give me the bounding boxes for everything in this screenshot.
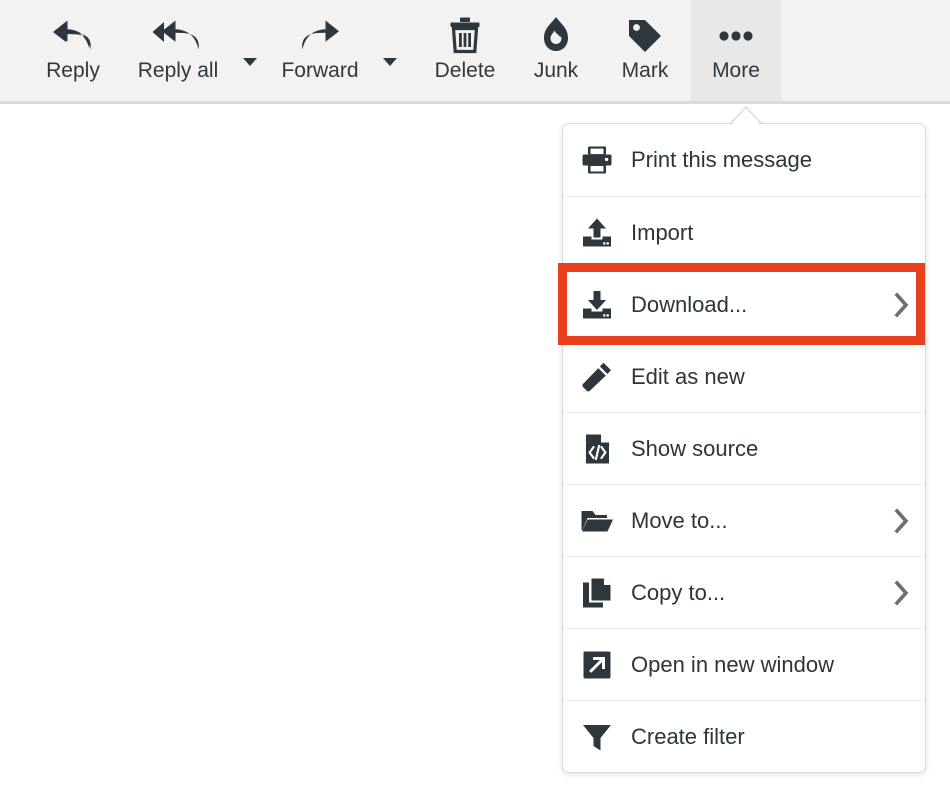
forward-icon — [297, 14, 343, 58]
reply-icon — [50, 14, 96, 58]
import-icon — [563, 217, 631, 249]
copy-icon — [563, 577, 631, 609]
submenu-chevron-right-icon — [879, 292, 925, 318]
menu-item-open-in-new-window[interactable]: Open in new window — [563, 628, 925, 700]
toolbar-button-more[interactable]: More — [691, 0, 781, 101]
toolbar-label-reply-all: Reply all — [138, 58, 219, 84]
toolbar-label-mark: Mark — [622, 58, 669, 84]
toolbar-label-forward: Forward — [281, 58, 358, 84]
menu-item-print-this-message[interactable]: Print this message — [563, 124, 925, 196]
menu-label-open-in-new-window: Open in new window — [631, 652, 879, 678]
menu-label-download: Download... — [631, 292, 879, 318]
ellipsis-icon — [714, 14, 758, 58]
submenu-chevron-right-icon — [879, 508, 925, 534]
funnel-icon — [563, 721, 631, 753]
toolbar-button-delete[interactable]: Delete — [417, 0, 513, 101]
toolbar-label-more: More — [712, 58, 760, 84]
toolbar-button-reply-all[interactable]: Reply all — [117, 0, 239, 101]
menu-label-import: Import — [631, 220, 879, 246]
printer-icon — [563, 144, 631, 176]
toolbar-button-forward[interactable]: Forward — [261, 0, 379, 101]
tag-icon — [625, 14, 665, 58]
submenu-chevron-right-icon — [879, 580, 925, 606]
toolbar-button-junk[interactable]: Junk — [513, 0, 599, 101]
menu-label-move-to: Move to... — [631, 508, 879, 534]
menu-label-show-source: Show source — [631, 436, 879, 462]
more-menu: Print this message Import Download... — [562, 123, 926, 773]
menu-label-print-this-message: Print this message — [631, 147, 879, 173]
toolbar-label-reply: Reply — [46, 58, 100, 84]
reply-all-icon — [152, 14, 204, 58]
reply-all-dropdown-caret[interactable] — [239, 0, 261, 101]
menu-item-show-source[interactable]: Show source — [563, 412, 925, 484]
menu-item-copy-to[interactable]: Copy to... — [563, 556, 925, 628]
toolbar-label-delete: Delete — [435, 58, 496, 84]
toolbar-button-mark[interactable]: Mark — [599, 0, 691, 101]
menu-item-import[interactable]: Import — [563, 196, 925, 268]
menu-label-copy-to: Copy to... — [631, 580, 879, 606]
download-icon — [563, 289, 631, 321]
mail-toolbar: Reply Reply all Forward — [0, 0, 950, 104]
menu-item-edit-as-new[interactable]: Edit as new — [563, 340, 925, 412]
external-link-icon — [563, 650, 631, 680]
flame-icon — [539, 14, 573, 58]
pencil-icon — [563, 361, 631, 393]
toolbar-button-reply[interactable]: Reply — [29, 0, 117, 101]
forward-dropdown-caret[interactable] — [379, 0, 401, 101]
source-code-icon — [563, 433, 631, 465]
toolbar-label-junk: Junk — [534, 58, 578, 84]
menu-label-edit-as-new: Edit as new — [631, 364, 879, 390]
trash-icon — [448, 14, 482, 58]
menu-pointer-arrow — [730, 104, 762, 124]
folder-icon — [563, 505, 631, 537]
menu-item-create-filter[interactable]: Create filter — [563, 700, 925, 772]
menu-label-create-filter: Create filter — [631, 724, 879, 750]
menu-item-move-to[interactable]: Move to... — [563, 484, 925, 556]
menu-item-download[interactable]: Download... — [563, 268, 925, 340]
